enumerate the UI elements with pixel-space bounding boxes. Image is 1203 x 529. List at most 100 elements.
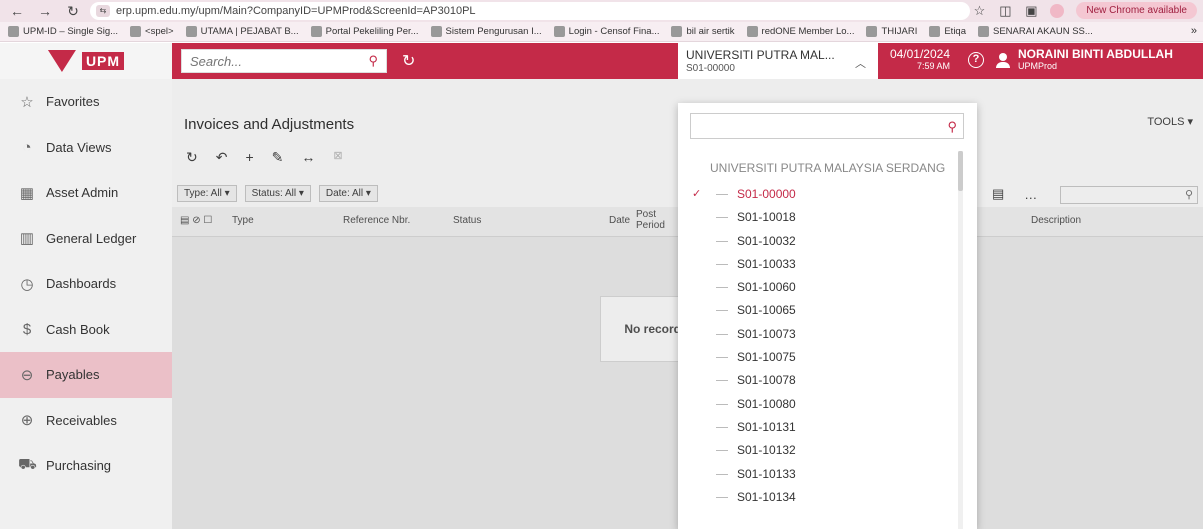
company-selector[interactable]: UNIVERSITI PUTRA MAL... S01-00000 ︿ [678, 43, 878, 79]
grid-toolbar: ↻ ↶ + ✎ ↔ ⊠ [186, 149, 343, 166]
filter-type[interactable]: Type: All ▾ [177, 185, 237, 202]
browser-toolbar: ← → ↻ ⇆ erp.upm.edu.my/upm/Main?CompanyI… [0, 0, 1203, 22]
search-icon[interactable]: ⚲ [368, 53, 378, 69]
search-input[interactable] [190, 53, 360, 69]
star-icon[interactable]: ☆ [972, 3, 986, 19]
forward-icon[interactable]: → [38, 3, 52, 19]
user-menu[interactable]: NORAINI BINTI ABDULLAH UPMProd [996, 47, 1173, 71]
grid-right-tools: ▤ … [992, 186, 1037, 202]
back-icon[interactable]: ← [10, 3, 24, 19]
sidebar-item-receivables[interactable]: ⊕ Receivables [0, 398, 172, 444]
column-post-period[interactable]: Post Period [636, 209, 666, 231]
column-reference-nbr[interactable]: Reference Nbr. [343, 215, 410, 226]
add-icon[interactable]: + [245, 149, 253, 166]
bookmark-icon [130, 26, 142, 37]
user-name: NORAINI BINTI ABDULLAH [1018, 47, 1173, 61]
grid-search-input[interactable]: ⚲ [1060, 186, 1198, 204]
reload-icon[interactable]: ↻ [66, 3, 80, 20]
bookmark-item[interactable]: UPM-ID – Single Sig... [8, 26, 118, 37]
cart-icon: ⛟ [18, 456, 37, 474]
sidebar-item-purchasing[interactable]: ⛟ Purchasing [0, 443, 172, 489]
bookmark-icon [929, 26, 941, 37]
global-search: ⚲ [181, 49, 387, 73]
profile-avatar[interactable] [1050, 3, 1065, 18]
upm-logo[interactable]: UPM [0, 43, 172, 79]
fit-columns-icon[interactable]: ↔ [301, 149, 315, 166]
company-option[interactable]: S01-10075 [678, 346, 958, 369]
company-tree-root[interactable]: UNIVERSITI PUTRA MALAYSIA SERDANG [710, 161, 945, 175]
bookmark-item[interactable]: Login - Censof Fina... [553, 26, 659, 37]
filter-date[interactable]: Date: All ▾ [318, 185, 378, 202]
column-description[interactable]: Description [1031, 215, 1081, 226]
bookmark-item[interactable]: <spel> [130, 26, 174, 37]
scrollbar-thumb[interactable] [958, 151, 963, 191]
extensions-icon[interactable]: ◫ [998, 3, 1012, 19]
company-option[interactable]: S01-10133 [678, 463, 958, 486]
save-icon[interactable]: ▤ [992, 186, 1004, 202]
bookmark-item[interactable]: bil air sertik [671, 26, 735, 37]
company-option[interactable]: S01-10032 [678, 230, 958, 253]
plus-circle-icon: ⊕ [20, 412, 34, 430]
business-date[interactable]: 04/01/2024 7:59 AM [884, 47, 950, 71]
bookmark-item[interactable]: THIJARI [866, 26, 917, 37]
company-option[interactable]: S01-10073 [678, 323, 958, 346]
company-option[interactable]: S01-10080 [678, 393, 958, 416]
help-icon[interactable]: ? [968, 52, 984, 68]
history-icon[interactable]: ↻ [402, 51, 415, 71]
bookmarks-bar: UPM-ID – Single Sig... <spel> UTAMA | PE… [0, 22, 1203, 42]
filter-status[interactable]: Status: All ▾ [244, 185, 311, 202]
search-icon[interactable]: ⚲ [947, 119, 957, 135]
column-date[interactable]: Date [609, 215, 630, 226]
company-option[interactable]: S01-10078 [678, 369, 958, 392]
export-excel-icon[interactable]: ⊠ [333, 149, 342, 166]
chrome-update-button[interactable]: New Chrome available [1076, 2, 1197, 19]
undo-icon[interactable]: ↶ [216, 149, 228, 166]
bookmark-icon [553, 26, 565, 37]
chevron-up-icon: ︿ [855, 58, 866, 70]
more-icon[interactable]: … [1024, 187, 1037, 202]
company-option[interactable]: S01-10065 [678, 299, 958, 322]
sidebar-item-payables[interactable]: ⊖ Payables [0, 352, 172, 398]
sidebar-item-dashboards[interactable]: ◷ Dashboards [0, 261, 172, 307]
company-search-input[interactable] [691, 114, 931, 138]
sidebar-item-asset-admin[interactable]: ▦ Asset Admin [0, 170, 172, 216]
company-option[interactable]: S01-10134 [678, 486, 958, 509]
bookmark-item[interactable]: UTAMA | PEJABAT B... [185, 26, 299, 37]
tools-menu-button[interactable]: TOOLS ▾ [1147, 115, 1193, 128]
column-type[interactable]: Type [232, 215, 254, 226]
edit-icon[interactable]: ✎ [272, 149, 284, 166]
bookmark-item[interactable]: SENARAI AKAUN SS... [978, 26, 1093, 37]
bookmark-item[interactable]: Sistem Pengurusan I... [430, 26, 542, 37]
bookmark-item[interactable]: redONE Member Lo... [746, 26, 854, 37]
sidepanel-icon[interactable]: ▣ [1024, 3, 1038, 19]
sidebar-item-favorites[interactable]: ☆ Favorites [0, 79, 172, 125]
dropdown-scrollbar[interactable] [958, 151, 963, 529]
sidebar-item-general-ledger[interactable]: ▥ General Ledger [0, 216, 172, 262]
company-option[interactable]: ✓ S01-00000 [678, 183, 958, 206]
site-info-icon[interactable]: ⇆ [96, 5, 110, 17]
bookmark-item[interactable]: Portal Pekeliling Per... [310, 26, 419, 37]
filter-bar: Type: All ▾ Status: All ▾ Date: All ▾ [177, 185, 378, 202]
company-option[interactable]: S01-10131 [678, 416, 958, 439]
column-status[interactable]: Status [453, 215, 481, 226]
sidebar-item-data-views[interactable]: ◔ Data Views [0, 125, 172, 171]
url-text: erp.upm.edu.my/upm/Main?CompanyID=UPMPro… [116, 5, 476, 17]
refresh-icon[interactable]: ↻ [186, 149, 198, 166]
bookmark-icon [671, 26, 683, 37]
address-bar[interactable]: ⇆ erp.upm.edu.my/upm/Main?CompanyID=UPMP… [90, 2, 970, 20]
bookmarks-more-button[interactable]: » [1191, 25, 1197, 37]
bookmark-icon [978, 26, 989, 37]
company-option[interactable]: S01-10060 [678, 276, 958, 299]
company-option[interactable]: S01-10033 [678, 253, 958, 276]
app-header: UPM ⚲ ↻ UNIVERSITI PUTRA MAL... S01-0000… [0, 43, 1203, 79]
bookmark-item[interactable]: Etiqa [929, 26, 966, 37]
logo-shield-icon [47, 50, 76, 72]
sidebar-item-cash-book[interactable]: $ Cash Book [0, 307, 172, 353]
star-icon: ☆ [20, 93, 34, 111]
sidebar: ☆ Favorites ◔ Data Views ▦ Asset Admin ▥ Gen… [0, 79, 172, 529]
user-company: UPMProd [1018, 61, 1058, 71]
pie-chart-icon: ◔ [22, 138, 32, 156]
company-option[interactable]: S01-10132 [678, 439, 958, 462]
company-option[interactable]: S01-10018 [678, 206, 958, 229]
no-records-message: No record [600, 296, 690, 362]
